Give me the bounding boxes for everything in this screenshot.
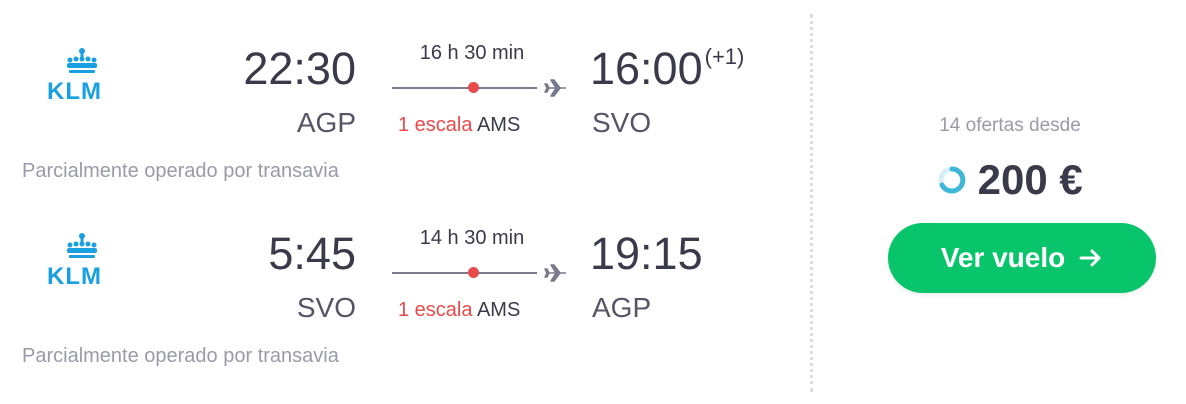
flight-result-card[interactable]: KLM 22:30 AGP 16 h 30 min 1 escala AMS 1… <box>0 0 1186 404</box>
arrival-airport: SVO <box>592 107 652 138</box>
plane-icon <box>544 79 566 97</box>
operated-by-note: Parcialmente operado por transavia <box>22 345 339 367</box>
route-line <box>392 78 572 98</box>
arrival-airport: AGP <box>592 292 652 323</box>
operated-by-note: Parcialmente operado por transavia <box>22 160 339 182</box>
klm-crown-icon <box>67 48 97 73</box>
stop-count: 1 escala <box>398 299 473 321</box>
stop-marker <box>468 82 479 93</box>
stop-airport: AMS <box>476 299 521 321</box>
view-flight-label: Ver vuelo <box>940 242 1066 273</box>
stop-marker <box>468 267 479 278</box>
airline-logo: KLM <box>42 46 122 106</box>
departure-time: 22:30 <box>243 43 356 94</box>
arrow-right-icon <box>1079 249 1101 267</box>
klm-crown-icon <box>67 233 97 258</box>
route-track <box>392 87 537 89</box>
departure-airport: AGP <box>296 107 356 138</box>
stop-airport: AMS <box>476 114 521 136</box>
return-leg: KLM 5:45 SVO 14 h 30 min 1 escala AMS 19… <box>0 215 800 367</box>
price-row: 200 € <box>835 156 1185 204</box>
arrival-time: 16:00 <box>590 43 703 94</box>
route-line <box>392 263 572 283</box>
outbound-leg: KLM 22:30 AGP 16 h 30 min 1 escala AMS 1… <box>0 30 800 182</box>
route-track <box>392 272 537 274</box>
airline-name: KLM <box>47 78 102 105</box>
arrival-time-wrap: 16:00(+1) <box>590 43 744 95</box>
offers-count: 14 ofertas desde <box>939 115 1081 136</box>
spinner-icon <box>938 166 966 194</box>
stop-count: 1 escala <box>398 114 473 136</box>
stops-info: 1 escala AMS <box>398 299 520 322</box>
departure-airport: SVO <box>296 292 356 323</box>
view-flight-button[interactable]: Ver vuelo <box>888 223 1156 293</box>
flight-duration: 14 h 30 min <box>419 227 525 249</box>
price: 200 € <box>977 156 1083 203</box>
departure-time: 5:45 <box>268 228 356 279</box>
arrival-time-wrap: 19:15 <box>590 228 703 280</box>
airline-name: KLM <box>47 263 102 290</box>
airline-logo: KLM <box>42 231 122 291</box>
section-divider <box>810 14 813 392</box>
stops-info: 1 escala AMS <box>398 114 520 137</box>
flight-duration: 16 h 30 min <box>419 42 525 64</box>
arrival-time: 19:15 <box>590 228 703 279</box>
plane-icon <box>544 264 566 282</box>
arrival-day-offset: (+1) <box>704 44 745 69</box>
